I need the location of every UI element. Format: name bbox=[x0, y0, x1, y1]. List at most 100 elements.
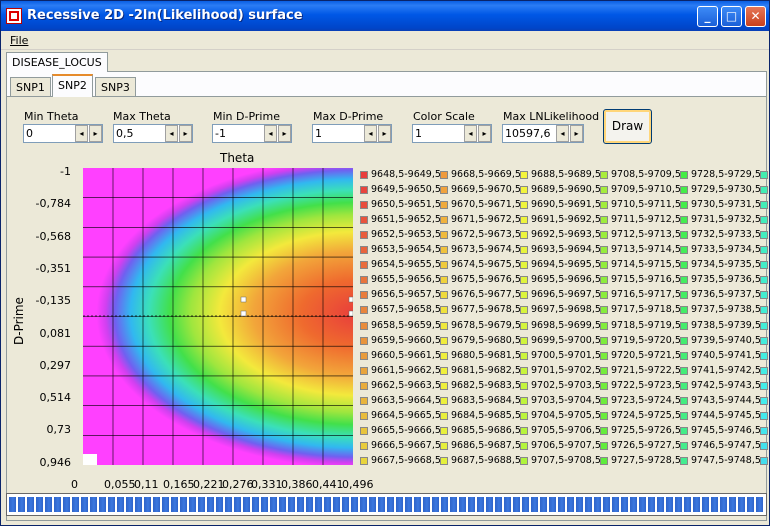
legend-label: 9709,5-9710,5 bbox=[611, 184, 681, 196]
legend-swatch bbox=[760, 306, 768, 315]
legend-label: 9724,5-9725,5 bbox=[611, 409, 681, 421]
y-tick-label: -0,351 bbox=[35, 261, 71, 275]
min-theta-input[interactable]: 0 ◂ ▸ bbox=[23, 124, 103, 143]
legend-label: 9706,5-9707,5 bbox=[531, 439, 601, 451]
legend-swatch bbox=[760, 366, 768, 375]
legend-label: 9685,5-9686,5 bbox=[451, 424, 521, 436]
legend-swatch bbox=[600, 231, 608, 240]
legend-swatch bbox=[680, 231, 688, 240]
legend-swatch bbox=[760, 441, 768, 450]
legend-swatch bbox=[760, 261, 768, 270]
max-theta-value: 0,5 bbox=[116, 127, 134, 140]
legend-swatch bbox=[760, 231, 768, 240]
legend-swatch bbox=[520, 276, 528, 285]
app-icon[interactable] bbox=[6, 8, 22, 24]
legend-label: 9676,5-9677,5 bbox=[451, 289, 521, 301]
y-tick-label: 0,297 bbox=[39, 358, 72, 372]
color-scale-increment[interactable]: ▸ bbox=[478, 125, 491, 142]
legend-swatch bbox=[680, 381, 688, 390]
legend-item bbox=[760, 320, 770, 332]
max-theta-input[interactable]: 0,5 ◂ ▸ bbox=[113, 124, 193, 143]
legend-label: 9648,5-9649,5 bbox=[371, 169, 441, 180]
min-dprime-decrement[interactable]: ◂ bbox=[264, 125, 277, 142]
legend-swatch bbox=[520, 441, 528, 450]
tab-snp1[interactable]: SNP1 bbox=[10, 77, 51, 96]
legend-label: 9740,5-9741,5 bbox=[691, 349, 761, 361]
legend-swatch bbox=[360, 291, 368, 300]
title-bar[interactable]: Recessive 2D -2ln(Likelihood) surface _ … bbox=[1, 1, 769, 31]
legend-label: 9718,5-9719,5 bbox=[611, 319, 681, 331]
min-dprime-increment[interactable]: ▸ bbox=[278, 125, 291, 142]
max-theta-label: Max Theta bbox=[113, 110, 171, 123]
minimize-button[interactable]: _ bbox=[697, 6, 718, 27]
legend-label: 9707,5-9708,5 bbox=[531, 454, 601, 466]
legend-swatch bbox=[680, 306, 688, 315]
max-lnlikelihood-input[interactable]: 10597,6 ◂ ▸ bbox=[502, 124, 584, 143]
legend-swatch bbox=[680, 291, 688, 300]
max-dprime-input[interactable]: 1 ◂ ▸ bbox=[312, 124, 392, 143]
legend-swatch bbox=[520, 396, 528, 405]
legend-label: 9732,5-9733,5 bbox=[691, 229, 761, 241]
legend-label: 9693,5-9694,5 bbox=[531, 244, 601, 256]
legend-item bbox=[760, 259, 770, 271]
legend-swatch bbox=[520, 411, 528, 420]
legend-swatch bbox=[360, 381, 368, 390]
min-theta-decrement[interactable]: ◂ bbox=[75, 125, 88, 142]
legend-label: 9735,5-9736,5 bbox=[691, 274, 761, 286]
legend-label: 9745,5-9746,5 bbox=[691, 424, 761, 436]
color-scale-input[interactable]: 1 ◂ ▸ bbox=[412, 124, 492, 143]
legend-label: 9733,5-9734,5 bbox=[691, 244, 761, 256]
min-theta-value: 0 bbox=[26, 127, 33, 140]
max-lnlikelihood-increment[interactable]: ▸ bbox=[570, 125, 583, 142]
legend-swatch bbox=[680, 441, 688, 450]
max-lnlikelihood-decrement[interactable]: ◂ bbox=[556, 125, 569, 142]
menu-file[interactable]: File bbox=[10, 34, 28, 47]
min-theta-increment[interactable]: ▸ bbox=[89, 125, 102, 142]
legend-label: 9657,5-9658,5 bbox=[371, 304, 441, 316]
legend-swatch bbox=[440, 276, 448, 285]
legend-swatch bbox=[520, 351, 528, 360]
legend-swatch bbox=[360, 396, 368, 405]
legend-item bbox=[760, 274, 770, 286]
legend-swatch bbox=[680, 366, 688, 375]
legend-swatch bbox=[440, 336, 448, 345]
legend-label: 9686,5-9687,5 bbox=[451, 439, 521, 451]
legend-swatch bbox=[600, 336, 608, 345]
tab-snp3[interactable]: SNP3 bbox=[95, 77, 136, 96]
legend-label: 9742,5-9743,5 bbox=[691, 379, 761, 391]
legend-swatch bbox=[680, 246, 688, 255]
max-theta-decrement[interactable]: ◂ bbox=[165, 125, 178, 142]
legend-label: 9713,5-9714,5 bbox=[611, 244, 681, 256]
legend-label: 9721,5-9722,5 bbox=[611, 364, 681, 376]
x-tick-label: 0,11 bbox=[134, 478, 159, 491]
color-scale-label: Color Scale bbox=[413, 110, 475, 123]
legend-swatch bbox=[760, 216, 768, 225]
tab-snp2[interactable]: SNP2 bbox=[52, 74, 93, 97]
legend-swatch bbox=[680, 396, 688, 405]
legend-swatch bbox=[520, 456, 528, 465]
tab-disease-locus[interactable]: DISEASE_LOCUS bbox=[6, 52, 108, 72]
close-button[interactable]: ✕ bbox=[745, 6, 766, 27]
color-scale-decrement[interactable]: ◂ bbox=[464, 125, 477, 142]
max-theta-increment[interactable]: ▸ bbox=[179, 125, 192, 142]
legend-swatch bbox=[760, 291, 768, 300]
legend-label: 9680,5-9681,5 bbox=[451, 349, 521, 361]
legend-swatch bbox=[360, 456, 368, 465]
max-dprime-increment[interactable]: ▸ bbox=[378, 125, 391, 142]
legend-label: 9696,5-9697,5 bbox=[531, 289, 601, 301]
legend-label: 9722,5-9723,5 bbox=[611, 379, 681, 391]
marker-handle bbox=[240, 296, 247, 303]
draw-button[interactable]: Draw bbox=[603, 109, 652, 144]
likelihood-surface-plot[interactable] bbox=[83, 168, 353, 465]
legend-label: 9683,5-9684,5 bbox=[451, 394, 521, 406]
legend-swatch bbox=[600, 201, 608, 210]
legend-swatch bbox=[440, 396, 448, 405]
min-dprime-input[interactable]: -1 ◂ ▸ bbox=[212, 124, 292, 143]
legend-label: 9659,5-9660,5 bbox=[371, 334, 441, 346]
legend-swatch bbox=[440, 456, 448, 465]
maximize-button[interactable]: □ bbox=[721, 6, 742, 27]
legend-swatch bbox=[440, 306, 448, 315]
legend-label: 9675,5-9676,5 bbox=[451, 274, 521, 286]
max-dprime-decrement[interactable]: ◂ bbox=[364, 125, 377, 142]
x-tick-label: 0,055 bbox=[104, 478, 136, 491]
